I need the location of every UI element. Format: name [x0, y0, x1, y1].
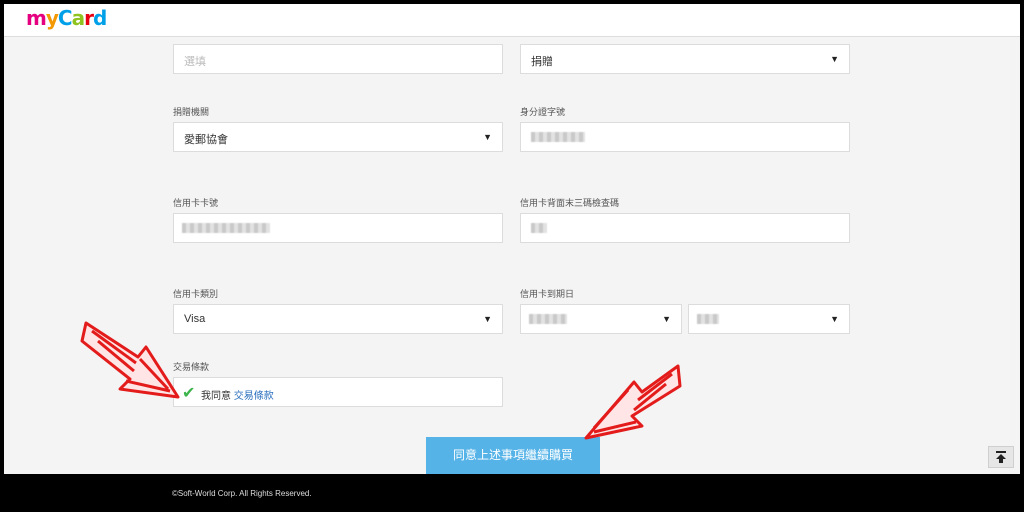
redacted-cvv — [531, 223, 547, 233]
mycard-logo[interactable]: myCard — [26, 6, 107, 30]
expiry-label: 信用卡到期日 — [520, 289, 575, 299]
agree-text: 我同意 — [201, 391, 231, 402]
annotation-arrow-submit — [584, 364, 682, 440]
back-to-top-icon — [996, 451, 1006, 463]
checkmark-icon[interactable]: ✔ — [182, 383, 195, 403]
invoice-type-select[interactable]: 捐贈 ▼ — [520, 44, 850, 74]
chevron-down-icon: ▼ — [483, 132, 492, 142]
donation-org-select[interactable]: 愛郵協會 ▼ — [173, 122, 503, 152]
chevron-down-icon: ▼ — [830, 314, 839, 324]
optional-input[interactable]: 選填 — [173, 44, 503, 74]
optional-input-placeholder: 選填 — [184, 56, 206, 68]
submit-button[interactable]: 同意上述事項繼續購買 — [426, 437, 600, 474]
card-type-value: Visa — [184, 313, 206, 325]
cvv-input[interactable] — [520, 213, 850, 243]
chevron-down-icon: ▼ — [483, 314, 492, 324]
terms-agree-box[interactable]: ✔ 我同意 交易條款 — [173, 377, 503, 407]
expiry-year-select[interactable]: ▼ — [688, 304, 850, 334]
id-number-input[interactable] — [520, 122, 850, 152]
redacted-expiry-month — [529, 314, 567, 324]
card-type-select[interactable]: Visa ▼ — [173, 304, 503, 334]
redacted-expiry-year — [697, 314, 719, 324]
chevron-down-icon: ▼ — [830, 54, 839, 64]
copyright-text: ©Soft-World Corp. All Rights Reserved. — [172, 489, 312, 498]
donation-org-value: 愛郵協會 — [184, 134, 228, 146]
card-number-label: 信用卡卡號 — [173, 198, 219, 208]
redacted-id-number — [531, 132, 585, 142]
donation-org-label: 捐贈機關 — [173, 107, 210, 117]
id-number-label: 身分證字號 — [520, 107, 566, 117]
card-number-input[interactable] — [173, 213, 503, 243]
back-to-top-button[interactable] — [988, 446, 1014, 468]
page-frame: myCard 選填 捐贈 ▼ 捐贈機關 愛郵協會 ▼ 身分證字號 信用卡卡號 信… — [4, 4, 1020, 474]
terms-agree-text: 我同意 交易條款 — [201, 387, 274, 402]
redacted-card-number — [182, 223, 270, 233]
annotation-arrow-terms — [80, 321, 180, 399]
card-type-label: 信用卡類別 — [173, 289, 219, 299]
cvv-label: 信用卡背面末三碼檢查碼 — [520, 198, 620, 208]
chevron-down-icon: ▼ — [662, 314, 671, 324]
terms-link[interactable]: 交易條款 — [234, 391, 274, 402]
invoice-type-value: 捐贈 — [531, 56, 553, 68]
top-bar: myCard — [4, 4, 1020, 37]
footer: ©Soft-World Corp. All Rights Reserved. — [0, 474, 1024, 512]
expiry-month-select[interactable]: ▼ — [520, 304, 682, 334]
